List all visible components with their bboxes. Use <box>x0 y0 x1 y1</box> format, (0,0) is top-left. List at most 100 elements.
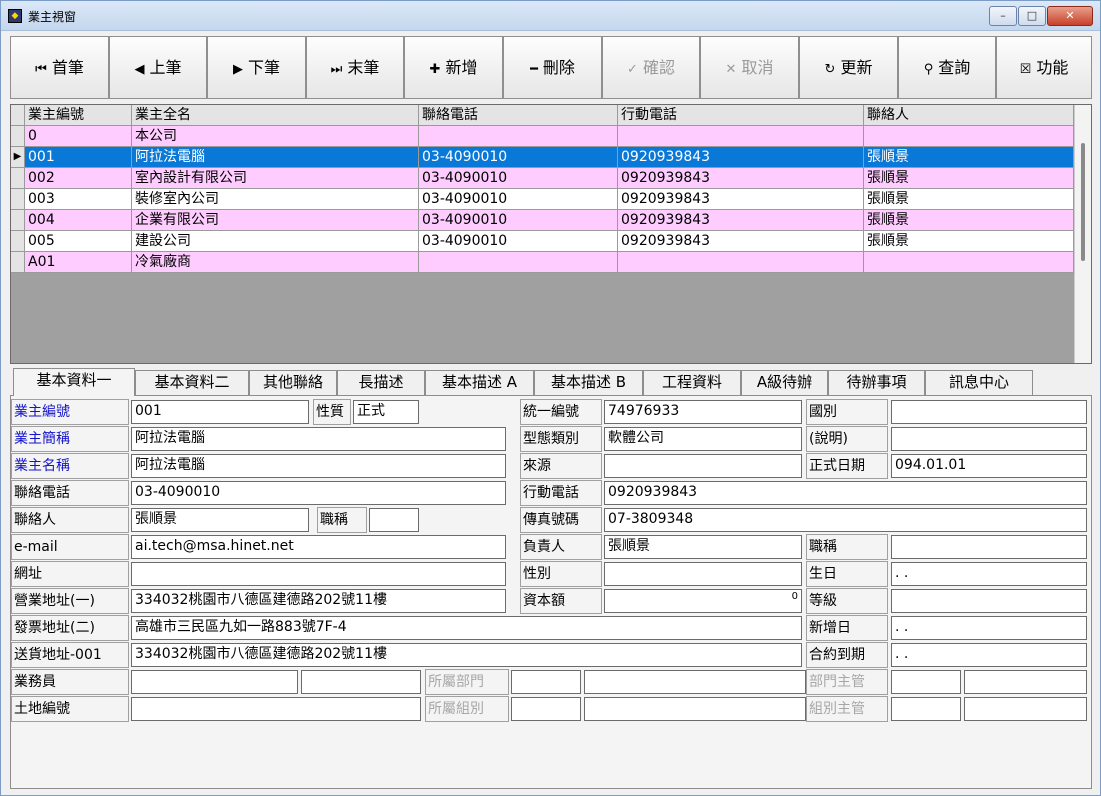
nature-field[interactable]: 正式 <box>353 400 419 424</box>
toolbar-query-button[interactable]: ⚲ 查詢 <box>898 36 996 99</box>
contact-field[interactable]: 張順景 <box>131 508 309 532</box>
grid-cell[interactable]: 005 <box>25 231 132 252</box>
toolbar-function-button[interactable]: ☒ 功能 <box>996 36 1092 99</box>
salesman-code-field[interactable] <box>131 670 298 694</box>
birthday-field[interactable]: . . <box>891 562 1087 586</box>
grid-cell[interactable]: 003 <box>25 189 132 210</box>
toolbar-prev-button[interactable]: ◀ 上筆 <box>109 36 207 99</box>
grid-column-header[interactable]: 聯絡人 <box>864 105 1074 126</box>
grid-column-header[interactable]: 業主全名 <box>132 105 419 126</box>
grid-cell[interactable]: 裝修室內公司 <box>132 189 419 210</box>
note-field[interactable] <box>891 427 1087 451</box>
invoice-addr-field[interactable]: 高雄市三民區九如一路883號7F-4 <box>131 616 802 640</box>
toolbar-first-button[interactable]: ⏮ 首筆 <box>10 36 109 99</box>
close-button[interactable]: ✕ <box>1047 6 1093 26</box>
salesman-name-field[interactable] <box>301 670 421 694</box>
row-indicator[interactable] <box>11 210 25 231</box>
formal-date-field[interactable]: 094.01.01 <box>891 454 1087 478</box>
grid-cell[interactable] <box>419 252 618 273</box>
grid-cell[interactable] <box>618 126 864 147</box>
grid-cell[interactable]: 03-4090010 <box>419 231 618 252</box>
department-code-field[interactable] <box>511 670 581 694</box>
grid-cell[interactable] <box>419 126 618 147</box>
contact-title-field[interactable] <box>369 508 419 532</box>
department-name-field[interactable] <box>584 670 806 694</box>
business-addr-field[interactable]: 334032桃園市八德區建德路202號11樓 <box>131 589 506 613</box>
phone-field[interactable]: 03-4090010 <box>131 481 506 505</box>
grid-cell[interactable] <box>864 252 1074 273</box>
owner-no-field[interactable]: 001 <box>131 400 309 424</box>
minimize-button[interactable]: – <box>989 6 1017 26</box>
added-date-field[interactable]: . . <box>891 616 1087 640</box>
toolbar-next-button[interactable]: ▶ 下筆 <box>207 36 306 99</box>
tab-3[interactable]: 其他聯絡 <box>249 370 337 395</box>
tab-9[interactable]: 待辦事項 <box>828 370 925 395</box>
toolbar-last-button[interactable]: ⏭ 末筆 <box>306 36 404 99</box>
table-row[interactable]: ▶ 001 阿拉法電腦 03-4090010 0920939843 張順景 <box>11 147 1074 168</box>
table-row[interactable]: 003 裝修室內公司 03-4090010 0920939843 張順景 <box>11 189 1074 210</box>
country-field[interactable] <box>891 400 1087 424</box>
tab-10[interactable]: 訊息中心 <box>925 370 1033 395</box>
fax-field[interactable]: 07-3809348 <box>604 508 1087 532</box>
grid-cell[interactable]: 03-4090010 <box>419 210 618 231</box>
table-row[interactable]: 0 本公司 <box>11 126 1074 147</box>
grid-cell[interactable]: 建設公司 <box>132 231 419 252</box>
grid-corner[interactable] <box>11 105 25 126</box>
grid-cell[interactable] <box>864 126 1074 147</box>
tab-6[interactable]: 基本描述 B <box>534 370 643 395</box>
toolbar-delete-button[interactable]: ━ 刪除 <box>503 36 602 99</box>
row-indicator[interactable] <box>11 189 25 210</box>
grid-column-header[interactable]: 業主編號 <box>25 105 132 126</box>
row-indicator[interactable] <box>11 231 25 252</box>
contract-due-field[interactable]: . . <box>891 643 1087 667</box>
grid-cell[interactable]: 企業有限公司 <box>132 210 419 231</box>
tab-2[interactable]: 基本資料二 <box>135 370 249 395</box>
toolbar-confirm-button[interactable]: ✓ 確認 <box>602 36 700 99</box>
dept-manager-code-field[interactable] <box>891 670 961 694</box>
grid-column-header[interactable]: 聯絡電話 <box>419 105 618 126</box>
grid-cell[interactable]: 張順景 <box>864 210 1074 231</box>
grid-cell[interactable]: 0920939843 <box>618 168 864 189</box>
owner-grid[interactable]: 業主編號 業主全名 聯絡電話 行動電話 聯絡人 0 本公司 ▶ 001 阿拉法電腦 03-40900… <box>10 104 1092 364</box>
toolbar-cancel-button[interactable]: ✕ 取消 <box>700 36 799 99</box>
grid-cell[interactable]: 03-4090010 <box>419 189 618 210</box>
owner-field[interactable]: 張順景 <box>604 535 802 559</box>
table-row[interactable]: 002 室內設計有限公司 03-4090010 0920939843 張順景 <box>11 168 1074 189</box>
email-field[interactable]: ai.tech@msa.hinet.net <box>131 535 506 559</box>
grid-cell[interactable]: 0920939843 <box>618 231 864 252</box>
grid-cell[interactable]: 張順景 <box>864 231 1074 252</box>
group-code-field[interactable] <box>511 697 581 721</box>
grid-cell[interactable]: 0920939843 <box>618 147 864 168</box>
source-field[interactable] <box>604 454 802 478</box>
row-indicator[interactable] <box>11 252 25 273</box>
tax-id-field[interactable]: 74976933 <box>604 400 802 424</box>
dept-manager-name-field[interactable] <box>964 670 1087 694</box>
delivery-addr-field[interactable]: 334032桃園市八德區建德路202號11樓 <box>131 643 802 667</box>
toolbar-refresh-button[interactable]: ↻ 更新 <box>799 36 898 99</box>
grid-cell[interactable]: 冷氣廠商 <box>132 252 419 273</box>
grid-cell[interactable]: 001 <box>25 147 132 168</box>
capital-field[interactable]: 0 <box>604 589 802 613</box>
tab-4[interactable]: 長描述 <box>337 370 425 395</box>
row-indicator[interactable] <box>11 168 25 189</box>
type-field[interactable]: 軟體公司 <box>604 427 802 451</box>
grid-cell[interactable]: 張順景 <box>864 168 1074 189</box>
tab-7[interactable]: 工程資料 <box>643 370 741 395</box>
grid-cell[interactable]: A01 <box>25 252 132 273</box>
toolbar-add-button[interactable]: ✚ 新增 <box>404 36 503 99</box>
land-no-field[interactable] <box>131 697 421 721</box>
short-name-field[interactable]: 阿拉法電腦 <box>131 427 506 451</box>
grid-column-header[interactable]: 行動電話 <box>618 105 864 126</box>
group-name-field[interactable] <box>584 697 806 721</box>
full-name-field[interactable]: 阿拉法電腦 <box>131 454 506 478</box>
grid-cell[interactable]: 0 <box>25 126 132 147</box>
row-indicator[interactable]: ▶ <box>11 147 25 168</box>
grid-cell[interactable] <box>618 252 864 273</box>
maximize-button[interactable]: □ <box>1018 6 1046 26</box>
grid-cell[interactable]: 本公司 <box>132 126 419 147</box>
gender-field[interactable] <box>604 562 802 586</box>
grid-cell[interactable]: 0920939843 <box>618 210 864 231</box>
grid-cell[interactable]: 0920939843 <box>618 189 864 210</box>
grid-cell[interactable]: 張順景 <box>864 189 1074 210</box>
grid-cell[interactable]: 阿拉法電腦 <box>132 147 419 168</box>
